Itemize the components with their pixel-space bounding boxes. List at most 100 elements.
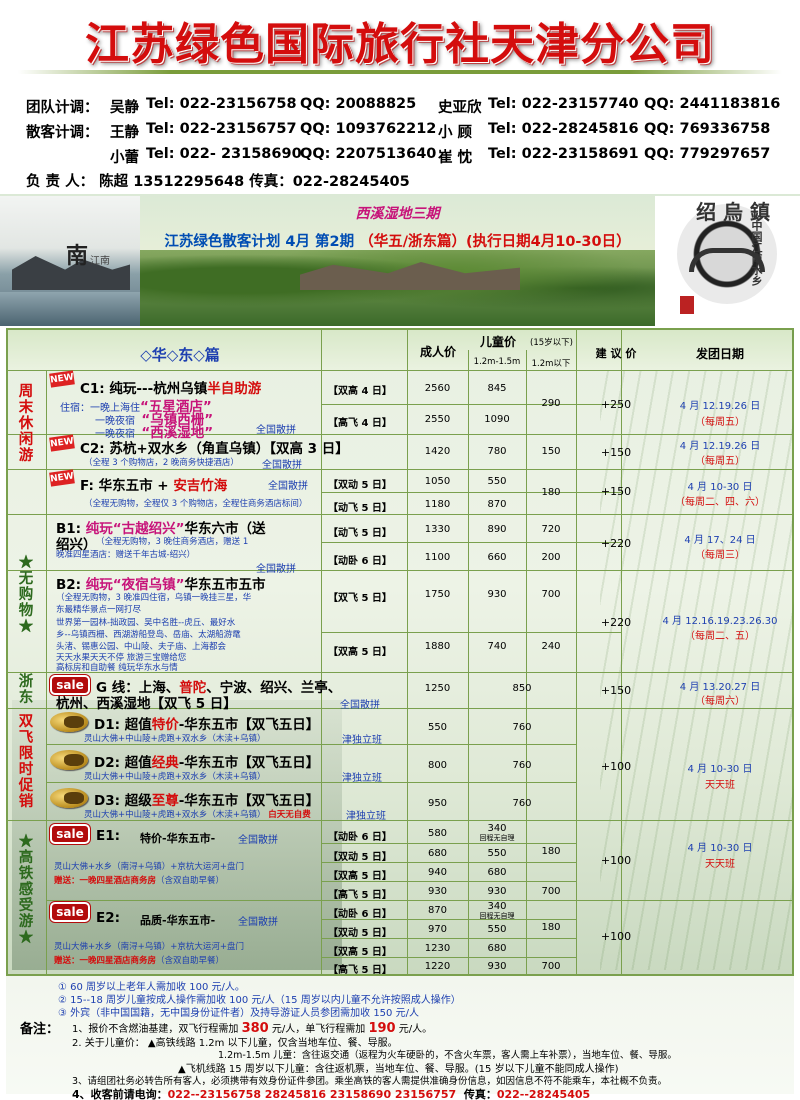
child-price-low: 290 (541, 398, 561, 409)
child-price: 760 (512, 798, 532, 809)
contact-tel: Tel: 022-28245816 (488, 121, 639, 137)
contact-name: 吴静 (110, 100, 139, 116)
adult-price: 580 (427, 828, 448, 839)
header-suggest: 建 议 价 (595, 347, 637, 360)
adult-price: 940 (427, 867, 448, 878)
adult-price: 1100 (424, 552, 451, 563)
suggest-price: +150 (600, 684, 632, 697)
gift-note: （含双自助早餐） (156, 876, 225, 886)
adult-price: 2550 (424, 414, 451, 425)
child-price: 930 (487, 886, 507, 897)
notes-label: 备注： (20, 1022, 60, 1037)
option: 【双高 4 日】 (328, 386, 392, 397)
adult-price: 870 (427, 905, 448, 916)
header-adult: 成人价 (419, 345, 456, 359)
adult-price: 930 (427, 886, 448, 897)
route-name-2: -华东五市【双飞五日】 (178, 793, 320, 809)
gold-ingot-icon (50, 788, 88, 808)
adult-price: 970 (427, 924, 448, 935)
note-line: 4、收客前请电询：022--23156758 28245816 23158690… (72, 1086, 590, 1100)
contact-label-team: 团队计调： (26, 100, 99, 116)
route-name-2: -华东五市【双飞五日】 (178, 755, 320, 771)
child-price-low: 720 (541, 524, 561, 535)
contact-qq: QQ: 1093762212 (300, 121, 437, 137)
route-detail: （全程无购物，3 晚准四住宿，乌镇一晚挂三星，华 (56, 593, 252, 603)
child-price: 930 (487, 961, 507, 972)
note-line: 1.2m-1.5m 儿童：含往返交通（返程为火车硬卧的，不含火车票，客人需上车补… (218, 1050, 677, 1061)
child-price-low: 180 (541, 487, 561, 498)
child-price: 1090 (484, 414, 510, 425)
child-price: 850 (512, 683, 532, 694)
route-title: D1: 超值特价-华东五市【双飞五日】 (94, 713, 319, 733)
option: 【双动 5 日】 (328, 852, 392, 863)
departure-freq: （每周六） (695, 696, 745, 707)
adult-price: 1330 (424, 524, 451, 535)
route-detail: 高标房和自助餐 纯玩华东水与情 (56, 663, 178, 673)
departure-date: 4 月 13.20.27 日 (679, 682, 761, 693)
category-zhedong: 浙东 (18, 673, 34, 706)
contact-qq: QQ: 2207513640 (300, 146, 437, 162)
option: 【双高 5 日】 (328, 647, 392, 658)
suggest-price: +220 (600, 537, 632, 550)
category-nobuy: ★无购物★ (18, 554, 34, 635)
suggest-price: +150 (600, 485, 632, 498)
route-name: 超值 (124, 755, 152, 771)
note-line: 3、请组团社务必转告所有客人，必须携带有效身份证件参团。乘坐高铁的客人需提供准确… (72, 1076, 668, 1087)
route-code: E2: (96, 910, 121, 926)
contact-tel: Tel: 022- 23158690 (146, 146, 302, 162)
sale-badge: sale (50, 824, 90, 844)
route-code: D3: (94, 793, 120, 809)
route-name: 品质-华东五市- (140, 914, 216, 927)
departure-date: 4 月 17、24 日 (684, 535, 756, 546)
route-code: D1: (94, 717, 120, 733)
contact-tel: Tel: 022-23157740 (488, 96, 639, 112)
adult-price: 1180 (424, 499, 451, 510)
header-child-h: 1.2m-1.5m (473, 357, 521, 367)
banner-left-sub: 江南 (90, 256, 110, 267)
option: 【动卧 6 日】 (328, 832, 392, 843)
note-phones: 022--23156758 28245816 23158690 23156757 (167, 1088, 457, 1100)
child-price: 760 (512, 760, 532, 771)
banner-plan: 江苏绿色散客计划 4月 第2期 （华五/浙东篇）(执行日期4月10-30日） (140, 230, 655, 251)
category-gaotie: ★高铁感受游★ (18, 833, 34, 946)
child-price: 930 (487, 589, 507, 600)
route-detail: （全程无购物，全程仅 3 个购物店，全程住商务酒店标间） (84, 499, 308, 509)
adult-price: 1250 (424, 683, 451, 694)
option: 【动飞 5 日】 (328, 528, 392, 539)
child-price: 660 (487, 552, 507, 563)
route-title-cont: 杭州、西溪湿地【双飞 5 日】 (56, 696, 237, 712)
route-code: C2: (80, 441, 105, 457)
route-detail: （全程 3 个购物店，2 晚商务快捷酒店） (84, 458, 239, 468)
route-tag: 津独立班 (342, 773, 382, 784)
contact-name: 王静 (110, 125, 139, 141)
gold-ingot-icon (50, 712, 88, 732)
note-text: 元/人。 (398, 1024, 433, 1035)
contact-name: 小蕾 (110, 150, 139, 166)
departure-freq: （每周五） (695, 456, 745, 467)
route-highlight: 半自助游 (207, 381, 262, 397)
route-title: F: 华东五市 + 安吉竹海 (80, 474, 227, 494)
departure-freq: （每周二、五） (685, 631, 755, 642)
header-child: 儿童价 (479, 335, 516, 349)
adult-price: 1230 (424, 943, 451, 954)
suggest-price: +100 (600, 760, 632, 773)
contact-tel: Tel: 022-23156758 (146, 96, 297, 112)
contact-name: 崔 忱 (438, 150, 473, 166)
route-detail: （全程无购物，3 晚住商务酒店，赠送 1 (96, 537, 249, 547)
child-price-low: 180 (541, 846, 561, 857)
route-gift: 赠送：一晚四星酒店商务房（含双自助早餐） (54, 874, 224, 886)
option: 【双高 5 日】 (328, 871, 392, 882)
adult-price: 1420 (424, 446, 451, 457)
route-tag: 全国散拼 (238, 835, 278, 846)
child-price: 870 (487, 499, 507, 510)
footnote: ③ 外宾（非中国国籍，无中国身份证件者）及持导游证人员参团需加收 150 元/人 (58, 1008, 419, 1019)
route-detail: 世界第一园林-拙政园、吴中名胜--虎丘、最好水 (56, 618, 236, 628)
route-tag: 津独立班 (342, 735, 382, 746)
category-weekend: 周末休闲游 (18, 383, 34, 464)
option: 【高飞 5 日】 (328, 965, 392, 976)
departure-date: 4 月 12.16.19.23.26.30 (662, 616, 778, 627)
banner-left-char: 南 (66, 243, 89, 269)
route-code: F: (80, 478, 94, 494)
contact-name: 史亚欣 (438, 100, 482, 116)
route-detail: 灵山大佛+水乡（南浔+乌镇）+京杭大运河+盘门 (54, 862, 244, 872)
